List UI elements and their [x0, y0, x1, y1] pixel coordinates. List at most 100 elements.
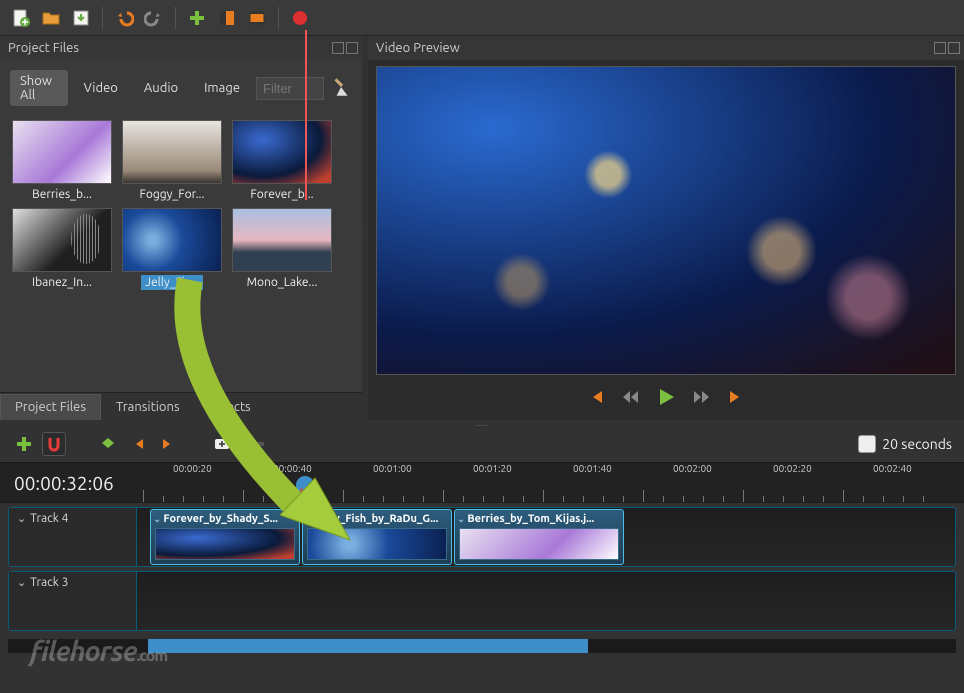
- video-preview-label: Video Preview: [376, 41, 460, 55]
- play-button[interactable]: [654, 385, 678, 412]
- playhead[interactable]: [292, 472, 317, 497]
- fullscreen-button[interactable]: [244, 5, 270, 31]
- clip-thumbnail: [459, 528, 619, 560]
- ruler-tick-label: 00:02:20: [773, 463, 812, 474]
- new-project-button[interactable]: [8, 5, 34, 31]
- playhead-line: [305, 30, 307, 200]
- ruler-tick-label: 00:01:40: [573, 463, 612, 474]
- timeline-scrollbar-thumb[interactable]: [148, 639, 588, 653]
- timeline-ruler[interactable]: 00:00:20 00:00:40 00:01:00 00:01:20 00:01:40…: [138, 463, 964, 502]
- preview-controls: [376, 375, 956, 414]
- add-marker-button[interactable]: [96, 432, 120, 456]
- redo-button[interactable]: [141, 5, 167, 31]
- snapping-button[interactable]: [42, 432, 66, 456]
- filter-tab-audio[interactable]: Audio: [134, 77, 188, 99]
- ruler-tick-label: 00:01:20: [473, 463, 512, 474]
- rewind-button[interactable]: [620, 387, 640, 410]
- timeline-clip[interactable]: ⌄Jelly_Fish_by_RaDu_G...: [302, 509, 452, 565]
- thumbnail-label: Foggy_For...: [136, 187, 209, 202]
- clip-name: Jelly_Fish_by_RaDu_G...: [315, 513, 438, 525]
- track-4-header[interactable]: ⌄ Track 4: [9, 508, 137, 566]
- media-thumbnail-grid: Berries_b... Foggy_For... Forever_b... Iban…: [0, 116, 362, 392]
- clip-name: Berries_by_Tom_Kijas.j...: [467, 513, 594, 525]
- track-4-body[interactable]: ⌄Forever_by_Shady_S...⌄Jelly_Fish_by_RaD…: [137, 508, 955, 566]
- clip-thumbnail: [307, 528, 447, 560]
- filter-input[interactable]: [256, 77, 324, 100]
- jump-end-button[interactable]: [726, 387, 746, 410]
- video-preview[interactable]: [376, 66, 956, 375]
- watermark-text: filehorse: [30, 636, 137, 667]
- timeline-clip[interactable]: ⌄Berries_by_Tom_Kijas.j...: [454, 509, 624, 565]
- ruler-tick-label: 00:00:40: [273, 463, 312, 474]
- thumbnail-image: [232, 120, 332, 184]
- track-3-body[interactable]: [137, 572, 955, 630]
- clear-filter-button[interactable]: [330, 76, 352, 101]
- track-3-header[interactable]: ⌄ Track 3: [9, 572, 137, 630]
- timeline-toolbar: 20 seconds: [0, 426, 964, 463]
- project-files-panel: Project Files Show All Video Audio Image…: [0, 36, 362, 420]
- fast-forward-button[interactable]: [692, 387, 712, 410]
- media-thumbnail[interactable]: Ibanez_In...: [10, 208, 114, 290]
- thumbnail-label: Jelly_Fis...: [141, 275, 203, 290]
- project-files-title: Project Files: [0, 36, 362, 60]
- ruler-tick-label: 00:02:40: [873, 463, 912, 474]
- zoom-label: 20 seconds: [882, 436, 952, 452]
- main-toolbar: [0, 0, 964, 36]
- project-files-label: Project Files: [8, 41, 79, 55]
- chevron-down-icon: ⌄: [153, 513, 161, 525]
- add-track-button[interactable]: [12, 432, 36, 456]
- track-3: ⌄ Track 3: [8, 571, 956, 631]
- chevron-down-icon: ⌄: [17, 576, 26, 589]
- thumbnail-image: [12, 208, 112, 272]
- watermark: filehorse.com: [30, 636, 167, 667]
- timeline-clip[interactable]: ⌄Forever_by_Shady_S...: [150, 509, 300, 565]
- export-button[interactable]: [287, 5, 313, 31]
- filter-tab-image[interactable]: Image: [194, 77, 250, 99]
- media-filter-row: Show All Video Audio Image: [0, 60, 362, 116]
- center-playhead-button[interactable]: [210, 432, 234, 456]
- import-files-button[interactable]: [184, 5, 210, 31]
- media-thumbnail[interactable]: Mono_Lake...: [230, 208, 334, 290]
- chevron-down-icon: ⌄: [457, 513, 465, 525]
- media-thumbnail[interactable]: Forever_b...: [230, 120, 334, 202]
- clip-name: Forever_by_Shady_S...: [163, 513, 277, 525]
- clip-thumbnail: [155, 528, 295, 560]
- previous-marker-button[interactable]: [126, 432, 150, 456]
- thumbnail-label: Berries_b...: [28, 187, 96, 202]
- zoom-slider[interactable]: [240, 442, 264, 446]
- jump-start-button[interactable]: [586, 387, 606, 410]
- tab-effects[interactable]: Effects: [195, 394, 266, 420]
- ruler-tick-label: 00:00:20: [173, 463, 212, 474]
- thumbnail-image: [232, 208, 332, 272]
- track-4-name: Track 4: [30, 512, 68, 525]
- thumbnail-label: Ibanez_In...: [28, 275, 96, 290]
- panel-window-icons[interactable]: [934, 42, 960, 54]
- track-3-name: Track 3: [30, 576, 68, 589]
- media-thumbnail[interactable]: Jelly_Fis...: [120, 208, 224, 290]
- video-preview-title: Video Preview: [368, 36, 964, 60]
- media-thumbnail[interactable]: Berries_b...: [10, 120, 114, 202]
- choose-profile-button[interactable]: [214, 5, 240, 31]
- panel-window-icons[interactable]: [332, 42, 358, 54]
- media-thumbnail[interactable]: Foggy_For...: [120, 120, 224, 202]
- tab-project-files[interactable]: Project Files: [0, 394, 101, 420]
- thumbnail-image: [122, 208, 222, 272]
- ruler-tick-label: 00:02:00: [673, 463, 712, 474]
- filter-tab-show-all[interactable]: Show All: [10, 70, 68, 106]
- ruler-tick-label: 00:01:00: [373, 463, 412, 474]
- thumbnail-image: [12, 120, 112, 184]
- filter-tab-video[interactable]: Video: [74, 77, 128, 99]
- tab-transitions[interactable]: Transitions: [101, 394, 195, 420]
- track-4: ⌄ Track 4 ⌄Forever_by_Shady_S...⌄Jelly_F…: [8, 507, 956, 567]
- left-bottom-tabs: Project Files Transitions Effects: [0, 392, 362, 420]
- undo-button[interactable]: [111, 5, 137, 31]
- timeline-ruler-row: 00:00:32:06 00:00:2000:00:4000:01:0000:0…: [0, 463, 964, 503]
- open-project-button[interactable]: [38, 5, 64, 31]
- thumbnail-label: Mono_Lake...: [243, 275, 322, 290]
- chevron-down-icon: ⌄: [17, 512, 26, 525]
- save-project-button[interactable]: [68, 5, 94, 31]
- thumbnail-image: [122, 120, 222, 184]
- next-marker-button[interactable]: [156, 432, 180, 456]
- zoom-preset-button[interactable]: [858, 435, 876, 453]
- watermark-suffix: .com: [137, 647, 168, 665]
